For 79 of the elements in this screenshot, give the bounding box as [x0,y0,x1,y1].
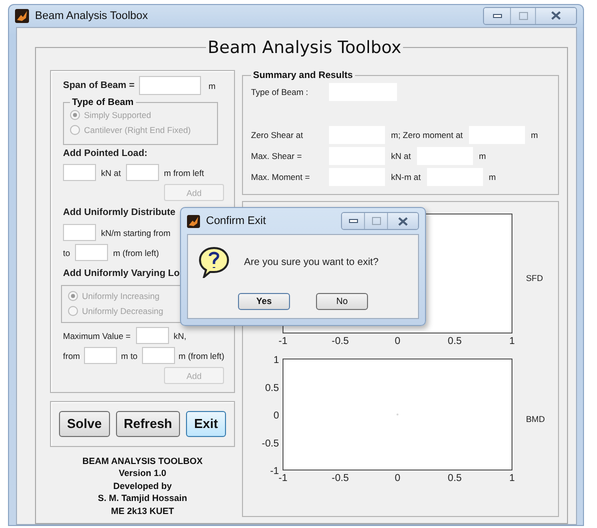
load-input[interactable] [63,224,96,241]
action-button[interactable]: Exit [186,410,226,436]
panel-title: Beam Analysis Toolbox [206,38,402,58]
unit-label: m (from left) [178,350,224,360]
result-label: Max. Shear = [251,150,303,160]
section-title: Add Uniformly Distribute [63,207,176,218]
plot-label: BMD [526,414,545,424]
unit-label: kN, [174,330,186,340]
load-input[interactable] [63,164,96,181]
dialog-button[interactable]: No [316,292,368,310]
section-title: Add Pointed Load: [63,148,148,159]
position-input[interactable] [75,244,108,261]
field-label: Maximum Value = [63,330,131,340]
maximize-icon[interactable] [518,12,528,20]
credit-line: Version 1.0 [118,467,166,480]
minimize-icon[interactable] [492,14,502,18]
action-button[interactable]: Solve [59,410,110,436]
y-tick-label: 0 [273,410,279,421]
unit-label: kN at [101,168,121,178]
minimize-icon[interactable] [348,219,358,223]
result-label: m; Zero moment at [391,130,463,140]
position-input[interactable] [126,164,159,181]
close-icon[interactable] [551,11,561,20]
result-label: kN-m at [391,172,421,182]
result-label: m [530,130,538,140]
credit-line: S. M. Tamjid Hossain [98,492,188,504]
result-label: m [478,150,486,160]
x-tick-label: 0.5 [448,472,462,484]
window-title: Beam Analysis Toolbox [35,10,149,22]
y-tick-label: -0.5 [262,438,279,449]
group-title: Summary and Results [252,70,354,80]
radio-label: Simply Supported [84,110,152,120]
x-tick-label: -1 [278,472,288,484]
position-input[interactable] [84,347,117,364]
credit-line: ME 2k13 KUET [110,504,174,517]
dialog-button[interactable]: Yes [238,292,290,310]
result-label: Type of Beam : [251,86,310,96]
unit-label: m to [121,350,138,360]
unit-label: m from left [164,168,204,178]
close-icon[interactable] [398,216,408,226]
x-tick-label: 1 [509,336,515,346]
plot-label: SFD [526,273,543,283]
result-label: m [488,172,496,182]
result-label: Zero Shear at [251,130,304,140]
credit-line: Developed by [113,480,172,492]
x-tick-label: -1 [278,336,288,346]
x-tick-label: -0.5 [332,472,349,484]
position-input[interactable] [142,347,175,364]
result-label: kN at [391,150,411,160]
unit-label: from [63,350,80,360]
max-value-input[interactable] [136,327,169,344]
credit-line: BEAM ANALYSIS TOOLBOX [82,454,203,467]
x-tick-label: 0 [394,472,400,484]
result-label: Max. Moment = [251,172,311,182]
dialog-title: Confirm Exit [206,215,267,227]
unit-label: kN/m starting from [101,228,170,238]
x-tick-label: 1 [509,472,515,484]
radio-label: Uniformly Increasing [82,291,160,301]
unit-label: m [208,80,216,90]
y-tick-label: 0.5 [265,382,279,394]
unit-label: to [63,248,70,258]
field-label: Span of Beam = [63,80,135,91]
app-icon [187,214,200,228]
y-tick-label: -1 [270,466,279,476]
unit-label: m (from left) [113,248,159,258]
group-title: Type of Beam [71,96,135,108]
app-icon [15,8,29,23]
radio-label: Cantilever (Right End Fixed) [84,125,191,135]
section-title: Add Uniformly Varying Lo [63,268,180,279]
x-tick-label: 0.5 [448,336,462,346]
span-input[interactable] [138,76,201,95]
dialog-message: Are you sure you want to exit? [244,256,379,268]
radio-label: Uniformly Decreasing [82,306,164,316]
question-icon [198,246,230,278]
action-button[interactable]: Refresh [116,410,180,436]
x-tick-label: -0.5 [332,336,349,346]
y-tick-label: 1 [273,354,279,366]
x-tick-label: 0 [394,336,400,346]
maximize-icon[interactable] [372,217,380,225]
